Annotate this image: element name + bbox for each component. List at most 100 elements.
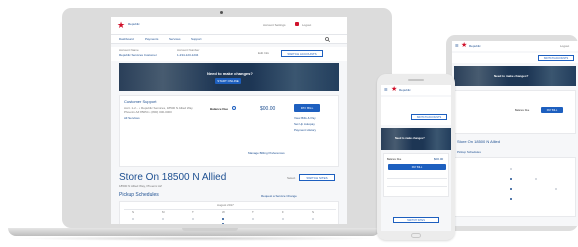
tablet-screen: ☰ ★ Republic Logout SWITCH ACCOUNTS Need… (452, 41, 578, 226)
calendar-day[interactable] (132, 218, 134, 220)
schedule-calendar: August 2017 S M T W T F S (119, 201, 339, 224)
laptop-shadow (16, 236, 376, 241)
calendar-day[interactable] (510, 168, 512, 170)
switch-accounts-button[interactable]: SWITCH ACCOUNTS (281, 50, 323, 57)
calendar-day[interactable] (162, 218, 164, 220)
laptop-camera (220, 11, 223, 14)
schedule-title: Pickup Schedules (119, 192, 159, 198)
account-name-value: Republic Services Customer (119, 53, 157, 57)
billing-panel: Customer Support Acct. 1-2... • Republic… (119, 95, 339, 167)
tablet-account-bar: SWITCH ACCOUNTS (452, 53, 578, 63)
star-icon: ★ (391, 86, 398, 93)
billing-heading: Customer Support (124, 99, 157, 104)
account-bar: Account Name Republic Services Customer … (111, 47, 347, 61)
laptop-screen: ★ Republic Account Settings Logout Dashb… (111, 17, 347, 224)
phone-home-button[interactable] (411, 233, 421, 238)
weekday-sat: S (312, 210, 315, 214)
tablet-billing-panel: Balance Due PAY BILL (454, 90, 576, 134)
phone-divider (387, 178, 447, 179)
calendar-pickup-day[interactable] (510, 188, 512, 190)
calendar-divider (124, 209, 336, 210)
tablet-header: ☰ ★ Republic Logout (452, 41, 578, 51)
all-services-link[interactable]: All Services (124, 117, 140, 120)
phone-screen: ☰ ★ Republic SWITCH ACCOUNTS Need to mak… (381, 85, 451, 231)
calendar-day[interactable] (555, 188, 557, 190)
tablet-banner-title: Need to make changes? (494, 74, 529, 78)
balance-due-label: Balance Due (210, 107, 229, 111)
tablet-logout-link[interactable]: Logout (560, 45, 569, 48)
calendar-day[interactable] (312, 218, 314, 220)
service-details: Phoenix AZ 85054 • (800) 000-0000 (124, 110, 172, 114)
banner-button[interactable]: START ONLINE (215, 78, 241, 84)
menu-icon[interactable]: ☰ (384, 88, 388, 92)
promo-banner: Need to make changes? START ONLINE (119, 63, 339, 91)
tablet-balance-label: Balance Due (515, 109, 530, 112)
tablet-pay-bill-button[interactable]: PAY BILL (541, 107, 563, 113)
site-select-label: Select (287, 176, 296, 180)
main-nav: Dashboard Payments Services Support (111, 34, 347, 44)
weekday-wed: W (222, 210, 225, 214)
calendar-pickup-day[interactable] (510, 178, 512, 180)
calendar-month: August 2017 (217, 203, 234, 207)
phone-switch-accounts-button[interactable]: SWITCH ACCOUNTS (411, 114, 447, 120)
logo-text[interactable]: Republic (128, 23, 140, 26)
calendar-day[interactable] (535, 178, 537, 180)
phone-account-bar: SWITCH ACCOUNTS (381, 97, 451, 125)
calendar-day[interactable] (192, 218, 194, 220)
weekday-tue: T (192, 210, 194, 214)
weekday-fri: F (282, 210, 284, 214)
banner-image (119, 63, 339, 91)
search-icon[interactable] (325, 37, 330, 42)
phone-divider (387, 186, 447, 187)
phone-banner: Need to make changes? (381, 128, 451, 150)
weekday-thu: T (252, 210, 254, 214)
service-change-link[interactable]: Request a Service Change (261, 195, 297, 198)
billing-preferences-link[interactable]: Manage Billing Preferences (248, 152, 285, 155)
balance-amount: $00.00 (260, 106, 276, 112)
store-section: Store On 18500 N Allied 18500 N Allied W… (111, 169, 347, 224)
cart-icon[interactable] (295, 22, 299, 26)
laptop-notch (182, 228, 238, 231)
phone-pay-bill-button[interactable]: PAY BILL (388, 164, 446, 170)
phone-header: ☰ ★ Republic (381, 85, 451, 95)
edit-info-link[interactable]: Edit Info (258, 52, 269, 55)
logout-link[interactable]: Logout (302, 24, 311, 27)
nav-item-services[interactable]: Services (169, 38, 181, 41)
pay-bill-button[interactable]: PAY BILL (294, 104, 320, 112)
payment-history-link[interactable]: Payment History (294, 129, 316, 132)
view-bills-link[interactable]: View Bills & Pay (294, 117, 316, 120)
store-subtitle: 18500 N Allied Way, Phoenix AZ (119, 184, 162, 188)
tablet-logo-text[interactable]: Republic (469, 45, 481, 48)
phone-banner-title: Need to make changes? (395, 137, 425, 140)
phone-logo-text[interactable]: Republic (399, 89, 411, 92)
account-number-label: Account Number (177, 48, 200, 52)
store-title: Store On 18500 N Allied (119, 172, 227, 183)
calendar-day[interactable] (252, 218, 254, 220)
autopay-link[interactable]: Set Up Autopay (294, 123, 315, 126)
menu-icon[interactable]: ☰ (455, 44, 459, 48)
nav-item-payments[interactable]: Payments (145, 38, 158, 41)
device-mockup: ★ Republic Account Settings Logout Dashb… (0, 0, 578, 247)
phone-speaker (408, 79, 424, 81)
account-name-label: Account Name (119, 48, 139, 52)
account-settings-link[interactable]: Account Settings (263, 24, 286, 27)
calendar-day[interactable] (282, 218, 284, 220)
nav-item-dashboard[interactable]: Dashboard (119, 38, 134, 41)
tablet-banner: Need to make changes? (454, 66, 576, 86)
phone-billing-panel: Balance Due $00.00 PAY BILL (383, 153, 449, 197)
calendar-pickup-day[interactable] (222, 218, 224, 220)
tablet-schedule-title: Pickup Schedules (457, 150, 481, 154)
star-icon: ★ (461, 42, 468, 49)
switch-sites-button[interactable]: SWITCH SITES (299, 174, 335, 181)
nav-item-support[interactable]: Support (191, 38, 202, 41)
phone-balance-amount: $00.00 (434, 157, 444, 161)
calendar-pickup-day[interactable] (222, 223, 224, 224)
weekday-sun: S (132, 210, 135, 214)
info-icon[interactable] (232, 106, 236, 110)
tablet-switch-accounts-button[interactable]: SWITCH ACCOUNTS (538, 55, 574, 61)
calendar-pickup-day[interactable] (510, 198, 512, 200)
site-header: ★ Republic Account Settings Logout (111, 17, 347, 34)
phone-switch-sites-button[interactable]: SWITCH SITES (393, 217, 439, 223)
tablet-calendar (454, 157, 576, 217)
weekday-mon: M (162, 210, 165, 214)
